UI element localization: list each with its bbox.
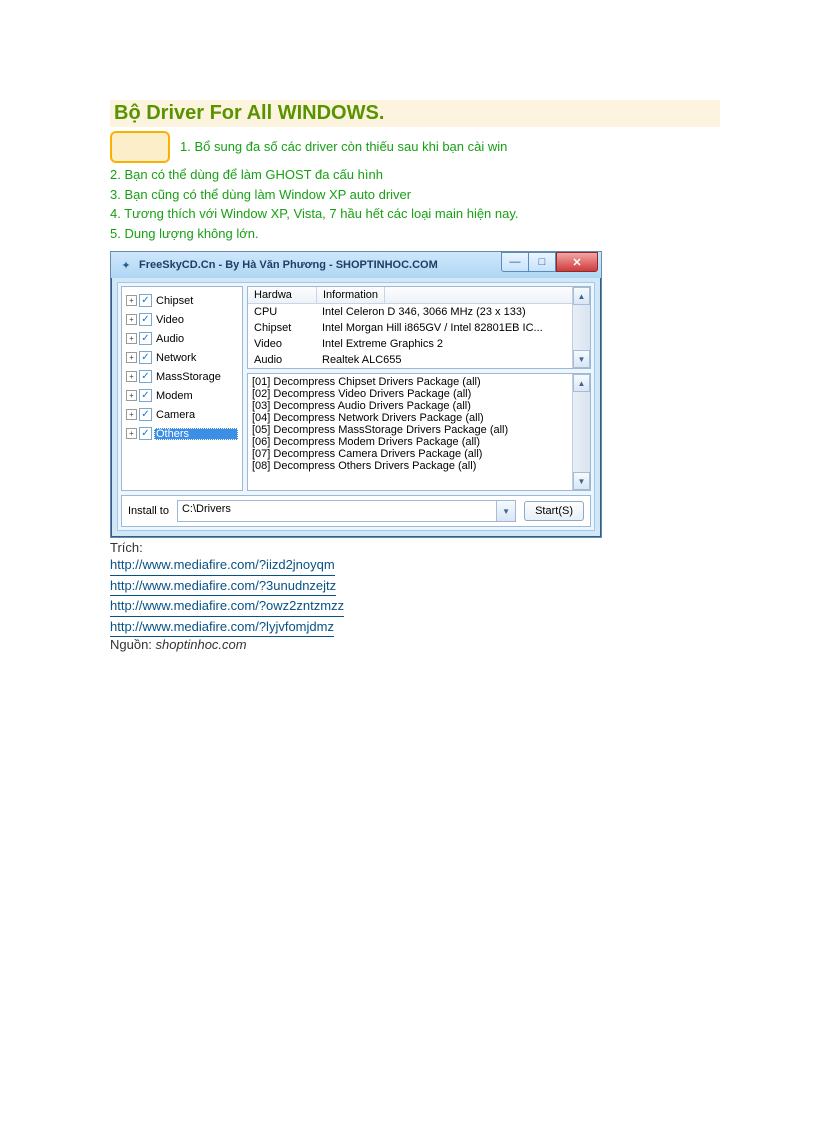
hw-row[interactable]: CPUIntel Celeron D 346, 3066 MHz (23 x 1… [248, 304, 590, 320]
close-button[interactable]: ✕ [556, 252, 598, 272]
tree-label[interactable]: Video [154, 314, 238, 326]
install-path-input[interactable]: C:\Drivers [178, 501, 496, 521]
checkbox[interactable]: ✓ [139, 370, 152, 383]
log-line[interactable]: [04] Decompress Network Drivers Package … [252, 412, 586, 424]
install-to-label: Install to [128, 505, 169, 517]
checkbox[interactable]: ✓ [139, 351, 152, 364]
hw-col2-header[interactable]: Information [317, 287, 385, 303]
nguon-value: shoptinhoc.com [156, 637, 247, 652]
tree-item-others[interactable]: +✓Others [122, 424, 242, 443]
combo-dropdown-button[interactable]: ▼ [496, 501, 515, 521]
tree-item-network[interactable]: +✓Network [122, 348, 242, 367]
hw-scrollbar[interactable]: ▲ ▼ [572, 287, 590, 368]
tree-item-audio[interactable]: +✓Audio [122, 329, 242, 348]
nguon-label: Nguồn: [110, 637, 156, 652]
trich-label: Trích: [110, 540, 720, 555]
footer: Trích: http://www.mediafire.com/?iizd2jn… [110, 540, 720, 652]
log-line[interactable]: [02] Decompress Video Drivers Package (a… [252, 388, 586, 400]
tree-item-camera[interactable]: +✓Camera [122, 405, 242, 424]
tree-label[interactable]: Chipset [154, 295, 238, 307]
checkbox[interactable]: ✓ [139, 389, 152, 402]
tree-label[interactable]: MassStorage [154, 371, 238, 383]
app-window: ✦ FreeSkyCD.Cn - By Hà Văn Phương - SHOP… [110, 251, 602, 538]
expand-icon[interactable]: + [126, 352, 137, 363]
tree-label[interactable]: Camera [154, 409, 238, 421]
expand-icon[interactable]: + [126, 333, 137, 344]
checkbox[interactable]: ✓ [139, 332, 152, 345]
page-title: Bộ Driver For All WINDOWS. [110, 100, 720, 127]
scroll-up-button[interactable]: ▲ [573, 374, 590, 392]
download-link[interactable]: http://www.mediafire.com/?owz2zntzmzz [110, 596, 344, 617]
tree-label[interactable]: Network [154, 352, 238, 364]
hw-row[interactable]: VideoIntel Extreme Graphics 2 [248, 336, 590, 352]
log-line[interactable]: [08] Decompress Others Drivers Package (… [252, 460, 586, 472]
expand-icon[interactable]: + [126, 409, 137, 420]
category-tree[interactable]: +✓Chipset+✓Video+✓Audio+✓Network+✓MassSt… [121, 286, 243, 491]
hw-col1-header[interactable]: Hardwa [248, 287, 317, 303]
scroll-down-button[interactable]: ▼ [573, 472, 590, 490]
expand-icon[interactable]: + [126, 428, 137, 439]
intro-line-4: 4. Tương thích với Window XP, Vista, 7 h… [110, 204, 720, 224]
tree-item-modem[interactable]: +✓Modem [122, 386, 242, 405]
hw-value: Intel Celeron D 346, 3066 MHz (23 x 133) [316, 304, 590, 320]
intro-line-3: 3. Bạn cũng có thể dùng làm Window XP au… [110, 185, 720, 205]
hw-value: Intel Extreme Graphics 2 [316, 336, 590, 352]
hw-key: Audio [248, 352, 316, 368]
scroll-up-button[interactable]: ▲ [573, 287, 590, 305]
hw-value: Intel Morgan Hill i865GV / Intel 82801EB… [316, 320, 590, 336]
log-line[interactable]: [05] Decompress MassStorage Drivers Pack… [252, 424, 586, 436]
log-line[interactable]: [06] Decompress Modem Drivers Package (a… [252, 436, 586, 448]
intro-line-2: 2. Bạn có thể dùng để làm GHOST đa cấu h… [110, 165, 720, 185]
checkbox[interactable]: ✓ [139, 313, 152, 326]
hw-row[interactable]: ChipsetIntel Morgan Hill i865GV / Intel … [248, 320, 590, 336]
tree-label[interactable]: Others [154, 428, 238, 440]
tree-label[interactable]: Audio [154, 333, 238, 345]
tree-label[interactable]: Modem [154, 390, 238, 402]
log-line[interactable]: [07] Decompress Camera Drivers Package (… [252, 448, 586, 460]
checkbox[interactable]: ✓ [139, 294, 152, 307]
intro-line-1: 1. Bổ sung đa số các driver còn thiếu sa… [180, 137, 507, 157]
window-title: FreeSkyCD.Cn - By Hà Văn Phương - SHOPTI… [139, 259, 438, 271]
install-bar: Install to C:\Drivers ▼ Start(S) [121, 495, 591, 527]
download-link[interactable]: http://www.mediafire.com/?iizd2jnoyqm [110, 555, 335, 576]
maximize-button[interactable]: □ [528, 252, 556, 272]
log-line[interactable]: [03] Decompress Audio Drivers Package (a… [252, 400, 586, 412]
tree-item-massstorage[interactable]: +✓MassStorage [122, 367, 242, 386]
start-button[interactable]: Start(S) [524, 501, 584, 521]
download-link[interactable]: http://www.mediafire.com/?lyjvfomjdmz [110, 617, 334, 638]
hw-key: CPU [248, 304, 316, 320]
log-line[interactable]: [01] Decompress Chipset Drivers Package … [252, 376, 586, 388]
scroll-down-button[interactable]: ▼ [573, 350, 590, 368]
checkbox[interactable]: ✓ [139, 408, 152, 421]
expand-icon[interactable]: + [126, 295, 137, 306]
hw-key: Video [248, 336, 316, 352]
expand-icon[interactable]: + [126, 371, 137, 382]
log-panel[interactable]: [01] Decompress Chipset Drivers Package … [247, 373, 591, 491]
install-path-combo[interactable]: C:\Drivers ▼ [177, 500, 516, 522]
window-controls: — □ ✕ [501, 252, 598, 272]
log-scrollbar[interactable]: ▲ ▼ [572, 374, 590, 490]
thumbnail-placeholder [110, 131, 170, 163]
hardware-header[interactable]: Hardwa Information [248, 287, 590, 304]
hardware-panel: Hardwa Information CPUIntel Celeron D 34… [247, 286, 591, 369]
intro-block: 1. Bổ sung đa số các driver còn thiếu sa… [110, 131, 720, 243]
download-link[interactable]: http://www.mediafire.com/?3unudnzejtz [110, 576, 336, 597]
expand-icon[interactable]: + [126, 390, 137, 401]
hw-value: Realtek ALC655 [316, 352, 590, 368]
minimize-button[interactable]: — [501, 252, 528, 272]
tree-item-chipset[interactable]: +✓Chipset [122, 291, 242, 310]
expand-icon[interactable]: + [126, 314, 137, 325]
hw-row[interactable]: AudioRealtek ALC655 [248, 352, 590, 368]
titlebar[interactable]: ✦ FreeSkyCD.Cn - By Hà Văn Phương - SHOP… [111, 252, 601, 278]
intro-line-5: 5. Dung lượng không lớn. [110, 224, 720, 244]
app-icon: ✦ [119, 258, 133, 272]
tree-item-video[interactable]: +✓Video [122, 310, 242, 329]
hw-key: Chipset [248, 320, 316, 336]
checkbox[interactable]: ✓ [139, 427, 152, 440]
